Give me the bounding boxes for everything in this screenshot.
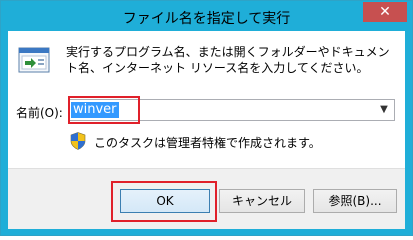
run-dialog-window: ファイル名を指定して実行 ✕ 実行するプログラム名、または開くフォルダーやドキュ… bbox=[0, 0, 413, 236]
close-button[interactable]: ✕ bbox=[363, 2, 407, 22]
name-label: 名前(O): bbox=[16, 106, 63, 120]
run-dialog-icon bbox=[18, 47, 50, 73]
description-text: 実行するプログラム名、または開くフォルダーやドキュメント名、インターネット リソ… bbox=[66, 45, 390, 75]
ok-highlight-box bbox=[111, 181, 217, 222]
browse-button[interactable]: 参照(B)... bbox=[313, 189, 397, 213]
chevron-down-icon[interactable]: ▼ bbox=[377, 102, 391, 118]
dialog-body: 実行するプログラム名、または開くフォルダーやドキュメント名、インターネット リソ… bbox=[8, 31, 405, 229]
admin-privilege-note: このタスクは管理者特権で作成されます。 bbox=[94, 136, 321, 150]
title-bar[interactable]: ファイル名を指定して実行 ✕ bbox=[1, 1, 412, 31]
cancel-button[interactable]: キャンセル bbox=[219, 189, 305, 213]
window-title: ファイル名を指定して実行 bbox=[122, 11, 291, 27]
close-icon: ✕ bbox=[379, 4, 391, 20]
uac-shield-icon bbox=[70, 132, 86, 150]
input-highlight-box bbox=[68, 96, 140, 124]
